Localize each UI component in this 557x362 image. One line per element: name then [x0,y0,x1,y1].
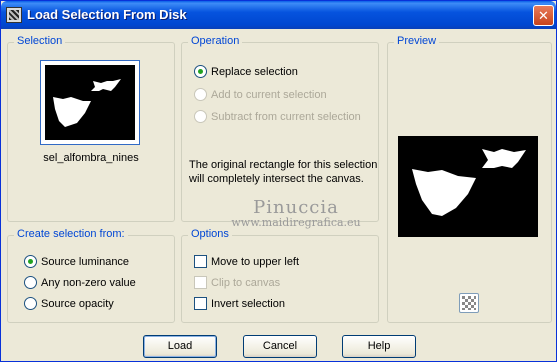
clip-to-canvas-check[interactable] [194,276,207,289]
any-non-zero-radio[interactable]: Any non-zero value [24,276,136,289]
move-upper-left-label: Move to upper left [211,255,300,268]
move-upper-left-check[interactable] [194,255,207,268]
source-opacity-radio[interactable]: Source opacity [24,297,114,310]
subtract-selection-radio-button[interactable] [194,110,207,123]
operation-info-line1: The original rectangle for this selectio… [189,159,378,171]
preview-group-title: Preview [394,35,440,47]
source-luminance-label: Source luminance [41,255,130,268]
replace-selection-radio-button[interactable] [194,65,207,78]
add-to-selection-radio-button[interactable] [194,88,207,101]
add-to-selection-radio[interactable]: Add to current selection [194,88,327,101]
window-title: Load Selection From Disk [27,7,187,22]
checkerboard-icon [462,296,476,310]
add-to-selection-label: Add to current selection [211,88,327,101]
invert-selection-label: Invert selection [211,297,285,310]
source-opacity-label: Source opacity [41,297,114,310]
source-opacity-radio-button[interactable] [24,297,37,310]
operation-info-line2: will completely intersect the canvas. [189,173,364,185]
replace-selection-radio[interactable]: Replace selection [194,65,298,78]
source-luminance-radio-button[interactable] [24,255,37,268]
any-non-zero-radio-button[interactable] [24,276,37,289]
watermark: Pinuccia www.maidiregrafica.eu [201,197,391,229]
selection-group-title: Selection [14,35,66,47]
watermark-url: www.maidiregrafica.eu [231,216,361,229]
create-selection-group-title: Create selection from: [14,228,128,240]
selection-thumbnail-image [45,65,135,140]
clip-to-canvas-checkbox[interactable]: Clip to canvas [194,276,280,289]
dialog-window: Load Selection From Disk ✕ Selection sel… [0,0,557,362]
subtract-selection-label: Subtract from current selection [211,110,361,123]
preview-navigate-button[interactable] [459,293,479,313]
replace-selection-label: Replace selection [211,65,298,78]
options-group-title: Options [188,228,232,240]
invert-selection-check[interactable] [194,297,207,310]
cancel-button[interactable]: Cancel [243,335,317,358]
load-button[interactable]: Load [143,335,217,358]
invert-selection-checkbox[interactable]: Invert selection [194,297,285,310]
move-upper-left-checkbox[interactable]: Move to upper left [194,255,299,268]
operation-info-text: The original rectangle for this selectio… [189,158,377,186]
help-button[interactable]: Help [342,335,416,358]
source-luminance-radio[interactable]: Source luminance [24,255,129,268]
any-non-zero-label: Any non-zero value [41,276,136,289]
close-button[interactable]: ✕ [533,5,554,26]
title-bar[interactable]: Load Selection From Disk ✕ [1,1,556,29]
preview-image [398,136,538,237]
operation-group-title: Operation [188,35,243,47]
app-icon [6,7,22,23]
selection-filename: sel_alfombra_nines [43,152,139,164]
clip-to-canvas-label: Clip to canvas [211,276,281,289]
close-icon: ✕ [538,8,549,23]
watermark-name: Pinuccia [253,197,339,218]
subtract-selection-radio[interactable]: Subtract from current selection [194,110,361,123]
selection-thumbnail[interactable] [40,60,140,145]
